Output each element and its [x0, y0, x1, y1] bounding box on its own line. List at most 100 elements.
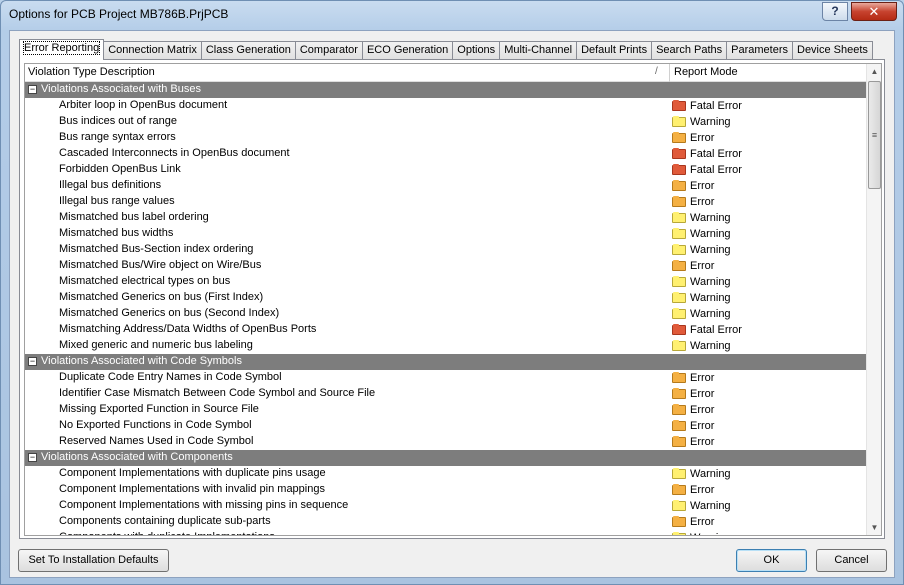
- collapse-icon[interactable]: −: [28, 453, 37, 462]
- table-row[interactable]: Mismatched Generics on bus (First Index)…: [25, 290, 867, 306]
- vertical-scrollbar[interactable]: ▲ ≡ ▼: [866, 64, 881, 535]
- collapse-icon[interactable]: −: [28, 357, 37, 366]
- folder-icon: [672, 132, 686, 143]
- help-button[interactable]: ?: [822, 2, 848, 21]
- folder-icon: [672, 164, 686, 175]
- tab-comparator[interactable]: Comparator: [294, 41, 363, 60]
- report-mode-cell[interactable]: Error: [672, 130, 714, 146]
- tab-search-paths[interactable]: Search Paths: [651, 41, 728, 60]
- report-mode-cell[interactable]: Error: [672, 434, 714, 450]
- tab-connection-matrix[interactable]: Connection Matrix: [103, 41, 202, 60]
- table-row[interactable]: Missing Exported Function in Source File…: [25, 402, 867, 418]
- report-mode-label: Warning: [690, 308, 731, 320]
- table-row[interactable]: Bus range syntax errors Error: [25, 130, 867, 146]
- violation-description: Component Implementations with duplicate…: [59, 467, 326, 479]
- folder-icon: [672, 260, 686, 271]
- table-row[interactable]: Reserved Names Used in Code Symbol Error: [25, 434, 867, 450]
- table-row[interactable]: Mismatching Address/Data Widths of OpenB…: [25, 322, 867, 338]
- report-mode-cell[interactable]: Error: [672, 178, 714, 194]
- table-row[interactable]: Illegal bus definitions Error: [25, 178, 867, 194]
- table-row[interactable]: Mismatched Bus-Section index ordering War…: [25, 242, 867, 258]
- report-mode-cell[interactable]: Error: [672, 482, 714, 498]
- table-row[interactable]: Duplicate Code Entry Names in Code Symbo…: [25, 370, 867, 386]
- table-row[interactable]: Component Implementations with invalid p…: [25, 482, 867, 498]
- report-mode-label: Error: [690, 132, 715, 144]
- column-header-report-mode[interactable]: Report Mode: [674, 66, 738, 78]
- table-row[interactable]: Mismatched Generics on bus (Second Index…: [25, 306, 867, 322]
- tab-eco-generation[interactable]: ECO Generation: [361, 41, 454, 60]
- report-mode-cell[interactable]: Warning: [672, 210, 731, 226]
- table-row[interactable]: Mismatched Bus/Wire object on Wire/Bus Er…: [25, 258, 867, 274]
- close-button[interactable]: ✕: [851, 2, 897, 21]
- table-row[interactable]: Arbiter loop in OpenBus document Fatal Er…: [25, 98, 867, 114]
- tab-parameters[interactable]: Parameters: [726, 41, 793, 60]
- table-row[interactable]: No Exported Functions in Code Symbol Erro…: [25, 418, 867, 434]
- scroll-thumb[interactable]: ≡: [868, 81, 881, 189]
- column-header-description[interactable]: Violation Type Description: [28, 66, 155, 78]
- report-mode-cell[interactable]: Error: [672, 514, 714, 530]
- tab-label: Default Prints: [581, 44, 648, 56]
- tab-device-sheets[interactable]: Device Sheets: [792, 41, 873, 60]
- folder-icon: [672, 276, 686, 287]
- report-mode-label: Error: [690, 388, 715, 400]
- report-mode-cell[interactable]: Warning: [672, 242, 731, 258]
- folder-icon: [672, 516, 686, 527]
- report-mode-cell[interactable]: Warning: [672, 338, 731, 354]
- violation-description: Duplicate Code Entry Names in Code Symbo…: [59, 371, 282, 383]
- report-mode-cell[interactable]: Warning: [672, 114, 731, 130]
- report-mode-cell[interactable]: Fatal Error: [672, 146, 742, 162]
- table-row[interactable]: Component Implementations with duplicate…: [25, 466, 867, 482]
- report-mode-cell[interactable]: Error: [672, 386, 714, 402]
- report-mode-cell[interactable]: Fatal Error: [672, 162, 742, 178]
- tab-multi-channel[interactable]: Multi-Channel: [499, 41, 578, 60]
- report-mode-cell[interactable]: Fatal Error: [672, 98, 742, 114]
- report-mode-cell[interactable]: Error: [672, 194, 714, 210]
- report-mode-label: Warning: [690, 244, 731, 256]
- report-mode-cell[interactable]: Warning: [672, 498, 731, 514]
- tab-class-generation[interactable]: Class Generation: [200, 41, 296, 60]
- column-divider[interactable]: [669, 64, 670, 82]
- table-row[interactable]: Mixed generic and numeric bus labeling Wa…: [25, 338, 867, 354]
- report-mode-label: Fatal Error: [690, 100, 742, 112]
- report-mode-cell[interactable]: Warning: [672, 226, 731, 242]
- tab-label: Search Paths: [656, 44, 723, 56]
- folder-icon: [672, 244, 686, 255]
- group-header[interactable]: − Violations Associated with Buses: [25, 82, 867, 98]
- report-mode-cell[interactable]: Fatal Error: [672, 322, 742, 338]
- report-mode-cell[interactable]: Error: [672, 402, 714, 418]
- table-row[interactable]: Mismatched electrical types on bus Warnin…: [25, 274, 867, 290]
- report-mode-cell[interactable]: Error: [672, 370, 714, 386]
- collapse-icon[interactable]: −: [28, 85, 37, 94]
- report-mode-cell[interactable]: Warning: [672, 530, 731, 535]
- table-row[interactable]: Components containing duplicate sub-part…: [25, 514, 867, 530]
- table-row[interactable]: Mismatched bus label ordering Warning: [25, 210, 867, 226]
- report-mode-cell[interactable]: Error: [672, 258, 714, 274]
- folder-icon: [672, 532, 686, 535]
- table-row[interactable]: Components with duplicate Implementation…: [25, 530, 867, 535]
- group-header[interactable]: − Violations Associated with Code Symbols: [25, 354, 867, 370]
- table-row[interactable]: Illegal bus range values Error: [25, 194, 867, 210]
- tab-options[interactable]: Options: [452, 41, 501, 60]
- tab-label: ECO Generation: [366, 44, 449, 56]
- ok-button[interactable]: OK: [736, 549, 807, 572]
- report-mode-cell[interactable]: Warning: [672, 466, 731, 482]
- scroll-up-icon[interactable]: ▲: [867, 64, 881, 79]
- set-installation-defaults-button[interactable]: Set To Installation Defaults: [18, 549, 169, 572]
- report-mode-cell[interactable]: Warning: [672, 306, 731, 322]
- tab-default-prints[interactable]: Default Prints: [576, 41, 653, 60]
- table-row[interactable]: Identifier Case Mismatch Between Code Sy…: [25, 386, 867, 402]
- table-row[interactable]: Bus indices out of range Warning: [25, 114, 867, 130]
- tab-error-reporting[interactable]: Error Reporting: [19, 39, 105, 60]
- table-row[interactable]: Component Implementations with missing p…: [25, 498, 867, 514]
- table-row[interactable]: Cascaded Interconnects in OpenBus docume…: [25, 146, 867, 162]
- group-header[interactable]: − Violations Associated with Components: [25, 450, 867, 466]
- report-mode-cell[interactable]: Error: [672, 418, 714, 434]
- folder-icon: [672, 324, 686, 335]
- report-mode-cell[interactable]: Warning: [672, 274, 731, 290]
- cancel-button[interactable]: Cancel: [816, 549, 887, 572]
- report-mode-cell[interactable]: Warning: [672, 290, 731, 306]
- scroll-down-icon[interactable]: ▼: [867, 520, 881, 535]
- table-row[interactable]: Forbidden OpenBus Link Fatal Error: [25, 162, 867, 178]
- table-row[interactable]: Mismatched bus widths Warning: [25, 226, 867, 242]
- violations-grid: Violation Type Description / Report Mode…: [24, 63, 882, 536]
